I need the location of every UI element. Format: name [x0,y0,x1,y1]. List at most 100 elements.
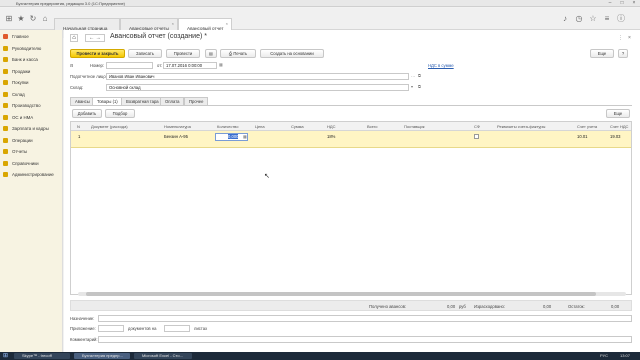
cell-n: 1 [78,134,81,139]
scrollbar-thumb[interactable] [86,292,596,296]
quantity-value: 0,000 [228,134,239,139]
toolbar: ⊞ ★ ↻ ⌂ Начальная страница Авансовые отч… [0,8,640,39]
window-titlebar: Бухгалтерия предприятия, редакция 3.0 (1… [0,0,640,7]
minimize-button[interactable]: – [604,0,616,7]
cell-vat[interactable]: 18% [327,134,335,139]
sidebar-item[interactable]: Главное [3,33,61,41]
language-indicator[interactable]: РУС [600,353,608,358]
sidebar-item[interactable]: Производство [3,102,61,110]
taskbar-item-1c[interactable]: Бухгалтерия предпр... [74,353,130,359]
home-icon[interactable]: ⌂ [70,34,78,42]
tab-advances[interactable]: Авансы [70,97,95,105]
menu-icon[interactable]: ≡ [602,14,612,24]
attachment-label: Приложение: [70,326,96,331]
col-doc: Документ (расхода) [91,124,128,129]
create-based-on-button[interactable]: Создать на основании [260,49,324,58]
currency-label: руб [459,304,466,309]
print-label: Печать [233,51,248,56]
horizontal-scrollbar[interactable] [78,292,626,296]
sidebar-item-label: Продажи [12,68,31,74]
add-button[interactable]: Добавить [72,109,102,118]
date-field[interactable]: 17.07.2016 0:00:00 [163,62,217,69]
tab-payment[interactable]: Оплата [160,97,185,105]
selection-button[interactable]: Подбор [105,109,135,118]
sidebar-item[interactable]: Покупки [3,79,61,87]
tab-other[interactable]: Прочее [184,97,209,105]
mouse-cursor-icon: ↖ [264,173,270,180]
select-dots-icon[interactable]: … [411,73,415,78]
table-row[interactable]: 1 Бензин А-95 0,000 ▦ 18% 10.01 19.03 [71,131,631,148]
sheets-count-field[interactable] [164,325,190,332]
close-form-icon[interactable]: × [628,35,631,41]
tab-goods[interactable]: Товары (1) [92,97,123,105]
sidebar-item-label: Склад [12,91,25,97]
table-more-button[interactable]: Еще [606,109,630,118]
comment-field[interactable] [98,336,632,343]
received-value: 0,00 [447,304,456,309]
purpose-field[interactable] [98,315,632,322]
star-icon[interactable]: ★ [16,14,26,24]
sidebar-item[interactable]: Банк и касса [3,56,61,64]
taskbar-item-skype[interactable]: Skype™ - trecoff [14,353,70,359]
cell-account[interactable]: 10.01 [577,134,587,139]
section-icon [3,149,8,154]
maximize-button[interactable]: □ [616,0,628,7]
bell-icon[interactable]: ♪ [560,14,570,24]
home-icon[interactable]: ⌂ [40,14,50,24]
sidebar-item[interactable]: Продажи [3,68,61,76]
start-icon[interactable]: ⊞ [3,352,8,360]
sidebar-item[interactable]: Справочники [3,160,61,168]
print-button[interactable]: ⎙ Печать [220,49,256,58]
info-icon[interactable]: ⓘ [616,14,626,24]
sidebar-item[interactable]: Руководителю [3,45,61,53]
section-icon [3,172,8,177]
save-button[interactable]: Записать [128,49,162,58]
open-link-icon[interactable]: ⧉ [418,73,421,78]
section-icon [3,57,8,62]
section-icon [3,45,8,51]
sidebar-item[interactable]: Администрирование [3,171,61,179]
more-button[interactable]: Еще [590,49,614,58]
star-outline-icon[interactable]: ☆ [588,14,598,24]
cell-item[interactable]: Бензин А-95 [164,134,188,139]
help-button[interactable]: ? [618,49,628,58]
clock-icon[interactable]: ◷ [574,14,584,24]
sidebar-item[interactable]: Зарплата и кадры [3,125,61,133]
sidebar-item[interactable]: Отчеты [3,148,61,156]
nav-arrows[interactable]: ← → [85,34,105,42]
options-icon[interactable]: ⋮ [618,35,623,41]
sidebar-item[interactable]: Операции [3,137,61,145]
close-icon[interactable]: × [172,21,174,26]
tab-returnable-containers[interactable]: Возвратная тара [121,97,164,105]
sidebar-item[interactable]: ОС и НМА [3,114,61,122]
close-window-button[interactable]: × [628,0,640,7]
documents-count-field[interactable] [98,325,124,332]
date-from-label: от: [157,63,163,68]
vat-in-sum-link[interactable]: НДС в сумме [428,63,454,68]
taskbar-item-excel[interactable]: Microsoft Excel - Сто... [134,353,192,359]
cell-vat-account[interactable]: 19.03 [610,134,620,139]
section-icon [3,68,8,74]
warehouse-field[interactable]: Основной склад [106,84,409,91]
close-icon[interactable]: × [226,21,228,26]
history-icon[interactable]: ↻ [28,14,38,24]
received-label: Получено авансов: [369,304,407,309]
section-icon [3,103,8,108]
post-button[interactable]: Провести [166,49,200,58]
post-status-icon[interactable]: ▤ [205,49,217,58]
apps-grid-icon[interactable]: ⊞ [4,14,14,24]
dropdown-icon[interactable]: ▾ [411,84,413,89]
section-icon [3,137,8,143]
post-and-close-button[interactable]: Провести и закрыть [70,49,125,58]
number-field[interactable] [106,62,153,69]
open-link-icon[interactable]: ⧉ [418,84,421,89]
col-n: N [77,124,80,129]
sidebar-item[interactable]: Склад [3,91,61,99]
calendar-icon[interactable]: ▦ [219,62,223,67]
person-field[interactable]: Иванов Иван Иванович [106,73,409,80]
section-icon [3,91,8,97]
col-qty: Количество [217,124,239,129]
sf-checkbox[interactable] [474,134,479,139]
calculator-icon[interactable]: ▦ [243,134,247,139]
col-price: Цена [255,124,265,129]
